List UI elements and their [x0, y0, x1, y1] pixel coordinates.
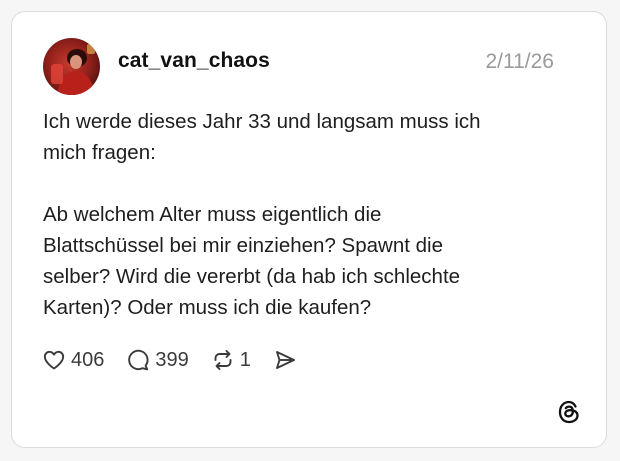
- speech-bubble-icon: [128, 349, 149, 371]
- share-button[interactable]: [273, 348, 297, 372]
- send-icon: [275, 351, 295, 369]
- avatar-image: [43, 38, 100, 95]
- like-button[interactable]: 406: [42, 348, 104, 372]
- post-date: 2/11/26: [485, 50, 554, 73]
- username[interactable]: cat_van_chaos: [118, 49, 270, 73]
- reply-button[interactable]: 399: [126, 348, 189, 372]
- threads-logo-icon: [556, 399, 582, 425]
- avatar[interactable]: [43, 38, 100, 95]
- action-bar: 406 399 1: [42, 345, 319, 375]
- like-count: 406: [71, 348, 105, 371]
- repost-count: 1: [239, 348, 251, 371]
- heart-icon: [43, 350, 65, 370]
- post-text: Ich werde dieses Jahr 33 und langsam mus…: [43, 110, 481, 319]
- repost-button[interactable]: 1: [211, 348, 251, 372]
- post-card: cat_van_chaos 2/11/26 Ich werde dieses J…: [11, 11, 607, 448]
- repost-icon: [214, 350, 232, 370]
- reply-count: 399: [155, 348, 189, 371]
